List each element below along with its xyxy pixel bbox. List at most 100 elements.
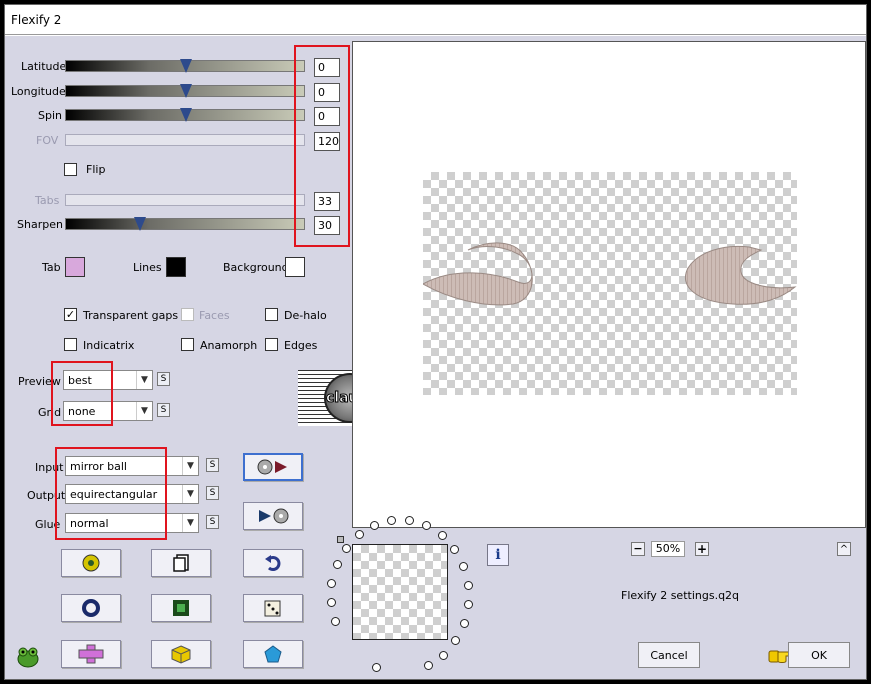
- cross-button[interactable]: [61, 640, 121, 668]
- frog-logo: [15, 644, 41, 670]
- sharpen-label: Sharpen: [17, 218, 63, 231]
- spin-label: Spin: [38, 109, 62, 122]
- settings-file-name: Flexify 2 settings.q2q: [621, 589, 740, 602]
- spin-thumb[interactable]: [180, 108, 192, 122]
- play-disc-icon: [259, 508, 289, 524]
- dial-dot[interactable]: [464, 600, 474, 610]
- highlight-box-input-output: [55, 447, 167, 540]
- longitude-thumb[interactable]: [180, 84, 192, 98]
- background-color-swatch[interactable]: [285, 257, 305, 277]
- lines-color-swatch[interactable]: [166, 257, 186, 277]
- cancel-button[interactable]: Cancel: [638, 642, 700, 668]
- fov-slider: [65, 134, 305, 146]
- square-frame-icon: [173, 600, 189, 616]
- dial-dot[interactable]: [327, 578, 337, 588]
- zoom-out-button[interactable]: −: [631, 542, 645, 556]
- de-halo-checkbox[interactable]: [265, 308, 278, 321]
- dial-dot[interactable]: [438, 650, 448, 660]
- grid-s-button[interactable]: S: [157, 403, 170, 417]
- output-s-button[interactable]: S: [206, 486, 219, 500]
- copy-button[interactable]: [151, 549, 211, 577]
- tabs-slider: [65, 194, 305, 206]
- spin-slider[interactable]: [65, 108, 305, 122]
- title-bar: Flexify 2: [5, 5, 866, 35]
- faces-label: Faces: [199, 309, 230, 322]
- reverse-transform-button[interactable]: [243, 502, 303, 530]
- polyhedron-button[interactable]: [243, 640, 303, 668]
- chevron-down-icon: ▼: [182, 514, 198, 532]
- dial-dot[interactable]: [459, 619, 469, 629]
- edges-checkbox[interactable]: [265, 338, 278, 351]
- lines-color-label: Lines: [133, 261, 162, 274]
- sharpen-thumb[interactable]: [134, 217, 146, 231]
- frame-button[interactable]: [151, 594, 211, 622]
- flexified-shape: [423, 242, 797, 306]
- input-s-button[interactable]: S: [206, 458, 219, 472]
- pentagon-icon: [264, 645, 282, 663]
- faces-checkbox: [181, 308, 194, 321]
- indicatrix-label: Indicatrix: [83, 339, 135, 352]
- zoom-in-button[interactable]: +: [695, 542, 709, 556]
- dial-dot[interactable]: [370, 520, 380, 530]
- dial-dot[interactable]: [330, 617, 340, 627]
- dial-dot[interactable]: [354, 530, 364, 540]
- dial-dot[interactable]: [371, 662, 381, 672]
- chevron-down-icon: ▼: [136, 402, 152, 420]
- dial-dot[interactable]: [332, 560, 342, 570]
- fov-label: FOV: [36, 134, 59, 147]
- cube-icon: [171, 645, 191, 664]
- latitude-label: Latitude: [21, 60, 67, 73]
- dial-dot[interactable]: [459, 561, 469, 571]
- sharpen-slider[interactable]: [65, 217, 305, 231]
- latitude-slider[interactable]: [65, 59, 305, 73]
- navigator-thumbnail[interactable]: [352, 544, 448, 640]
- dial-dot[interactable]: [326, 598, 336, 608]
- de-halo-label: De-halo: [284, 309, 327, 322]
- dial-dot[interactable]: [341, 543, 351, 553]
- cross-icon: [78, 644, 104, 664]
- preview-s-button[interactable]: S: [157, 372, 170, 386]
- ok-button[interactable]: OK: [788, 642, 850, 668]
- undo-arrow-icon: [265, 555, 281, 571]
- dial-dot[interactable]: [423, 660, 433, 670]
- latitude-thumb[interactable]: [180, 59, 192, 73]
- zoom-level: 50%: [651, 541, 685, 557]
- chevron-down-icon: ▼: [182, 485, 198, 503]
- flexify-dialog: Flexify 2 Latitude 0 Longitude 0 Spin 0 …: [4, 4, 867, 680]
- collapse-button[interactable]: ^: [837, 542, 851, 556]
- flip-checkbox[interactable]: [64, 163, 77, 176]
- cube-button[interactable]: [151, 640, 211, 668]
- ring-button[interactable]: [61, 594, 121, 622]
- main-preview[interactable]: [352, 41, 866, 528]
- anamorph-checkbox[interactable]: [181, 338, 194, 351]
- glue-s-button[interactable]: S: [206, 515, 219, 529]
- background-color-label: Background: [223, 261, 289, 274]
- tab-color-swatch[interactable]: [65, 257, 85, 277]
- copy-page-icon: [173, 554, 189, 572]
- random-button[interactable]: [61, 549, 121, 577]
- dial-dot[interactable]: [450, 545, 460, 555]
- dial-dot[interactable]: [422, 521, 432, 531]
- undo-button[interactable]: [243, 549, 303, 577]
- longitude-slider[interactable]: [65, 84, 305, 98]
- ring-icon: [82, 599, 100, 617]
- navigator-handle[interactable]: [337, 536, 344, 543]
- info-button[interactable]: i: [487, 544, 509, 566]
- highlight-box-preview-grid: [51, 361, 113, 426]
- flip-label: Flip: [86, 163, 106, 176]
- forward-transform-button[interactable]: [243, 453, 303, 481]
- settings-panel: Latitude 0 Longitude 0 Spin 0 FOV 120 Fl…: [5, 36, 866, 679]
- dial-dot[interactable]: [451, 636, 461, 646]
- dial-dot[interactable]: [463, 580, 473, 590]
- frog-logo-icon: [17, 647, 39, 668]
- window-title: Flexify 2: [11, 13, 62, 27]
- chevron-down-icon: ▼: [182, 457, 198, 475]
- dial-dot[interactable]: [437, 531, 447, 541]
- anamorph-label: Anamorph: [200, 339, 258, 352]
- indicatrix-checkbox[interactable]: [64, 338, 77, 351]
- transparent-gaps-checkbox[interactable]: ✓: [64, 308, 77, 321]
- tab-color-label: Tab: [42, 261, 61, 274]
- tabs-label: Tabs: [35, 194, 60, 207]
- chevron-down-icon: ▼: [136, 371, 152, 389]
- dice-button[interactable]: [243, 594, 303, 622]
